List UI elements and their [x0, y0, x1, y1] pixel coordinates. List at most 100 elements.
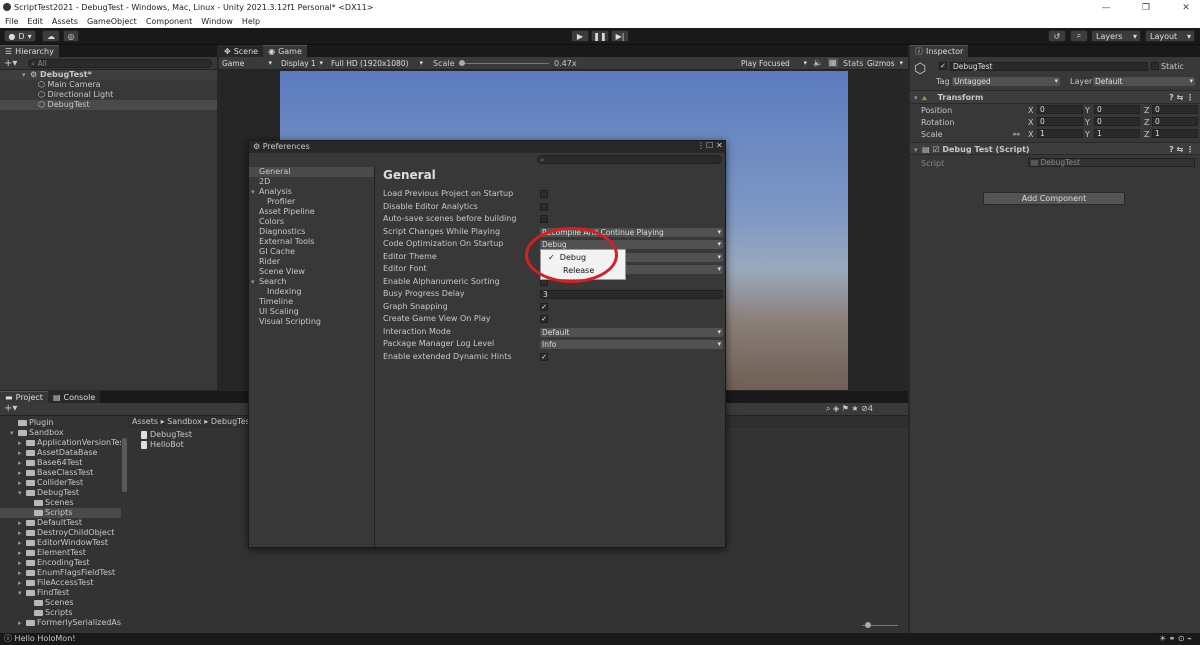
scale-y-field[interactable]: 1	[1094, 129, 1140, 138]
preferences-nav-item[interactable]: ▾ Analysis	[249, 187, 374, 197]
project-tree-item[interactable]: ▸ ApplicationVersionTest	[0, 438, 121, 448]
menu-help[interactable]: Help	[242, 17, 260, 26]
preferences-nav-item[interactable]: Rider	[249, 257, 374, 267]
step-button[interactable]: ▶|	[611, 30, 629, 42]
stats-icon[interactable]: ▦	[828, 58, 838, 67]
window-menu-icon[interactable]: ⋮	[697, 141, 705, 150]
preferences-nav-item[interactable]: Colors	[249, 217, 374, 227]
static-checkbox[interactable]	[1151, 62, 1159, 70]
icon-size-handle[interactable]	[865, 622, 871, 628]
project-tree-item[interactable]: ▸ DestroyChildObject	[0, 528, 121, 538]
project-tree-item[interactable]: ▸ BaseClassTest	[0, 468, 121, 478]
status-icons[interactable]: ☀ ⚭ ⊙ ⌁	[1159, 633, 1192, 645]
project-tree-item[interactable]: ▸ ColliderTest	[0, 478, 121, 488]
maximize-button[interactable]: ❐	[1132, 3, 1160, 13]
setting-checkbox[interactable]: ✓	[540, 352, 548, 361]
preferences-search-input[interactable]: ⌕	[537, 155, 722, 164]
file-item[interactable]: DebugTest	[141, 430, 192, 440]
play-button[interactable]: ▶	[571, 30, 589, 42]
setting-checkbox[interactable]	[540, 202, 548, 211]
project-tree-item[interactable]: ▸ FormerlySerializedAsTe	[0, 618, 121, 628]
project-tree-item[interactable]: Scripts	[0, 608, 121, 618]
rotation-z-field[interactable]: 0	[1152, 117, 1198, 126]
menu-assets[interactable]: Assets	[52, 17, 78, 26]
close-button[interactable]: ✕	[1172, 3, 1200, 13]
tab-scene[interactable]: ✥ Scene	[219, 45, 264, 57]
tree-scrollbar[interactable]	[122, 438, 127, 492]
preferences-nav-item[interactable]: UI Scaling	[249, 307, 374, 317]
position-z-field[interactable]: 0	[1152, 105, 1198, 114]
preferences-nav-item[interactable]: ▾ Search	[249, 277, 374, 287]
project-tree-item[interactable]: ▸ AssetDataBase	[0, 448, 121, 458]
scale-slider[interactable]	[459, 60, 549, 66]
constrain-scale-icon[interactable]: ⚯	[1013, 130, 1020, 139]
scene-row[interactable]: ▾ ⚙ DebugTest*	[0, 70, 217, 80]
script-component-header[interactable]: ▾ ▤ ☑ Debug Test (Script)? ⇆ ⋮	[910, 142, 1200, 155]
preferences-nav-item[interactable]: General	[249, 167, 374, 177]
preferences-nav-item[interactable]: Profiler	[249, 197, 374, 207]
project-tree-item[interactable]: ▸ EnumFlagsFieldTest	[0, 568, 121, 578]
setting-dropdown[interactable]: Info	[540, 340, 723, 349]
cloud-button[interactable]: ☁	[42, 30, 60, 42]
scale-slider-handle[interactable]	[459, 60, 465, 66]
tab-project[interactable]: ▬ Project	[0, 391, 48, 403]
rotation-y-field[interactable]: 0	[1094, 117, 1140, 126]
create-asset-button[interactable]: +▾	[4, 403, 17, 414]
hierarchy-item[interactable]: ⬡ Main Camera	[0, 80, 217, 90]
project-tree-item[interactable]: ▾ FindTest	[0, 588, 121, 598]
undo-history-button[interactable]: ↺	[1048, 30, 1066, 42]
game-mode-dropdown[interactable]: Game	[220, 59, 274, 68]
rotation-x-field[interactable]: 0	[1037, 117, 1083, 126]
menu-file[interactable]: File	[5, 17, 18, 26]
layer-dropdown[interactable]: Default	[1093, 77, 1195, 86]
hierarchy-item[interactable]: ⬡ Directional Light	[0, 90, 217, 100]
mute-icon[interactable]: 🔈	[813, 58, 823, 67]
hierarchy-search-input[interactable]: ⌕ All	[28, 59, 212, 68]
project-tree-item[interactable]: ▸ Base64Test	[0, 458, 121, 468]
gizmos-dropdown[interactable]: Gizmos	[865, 59, 905, 68]
add-object-button[interactable]: +▾	[4, 58, 17, 69]
preferences-nav-item[interactable]: Timeline	[249, 297, 374, 307]
setting-dropdown[interactable]: Default	[540, 327, 723, 337]
project-toolbar-icons[interactable]: ⌕ ◈ ⚑ ★ ⊘4	[826, 404, 873, 414]
menu-window[interactable]: Window	[201, 17, 233, 26]
project-tree-item[interactable]: ▸ DefaultTest	[0, 518, 121, 528]
project-tree-item[interactable]: Scenes	[0, 598, 121, 608]
preferences-nav-item[interactable]: GI Cache	[249, 247, 374, 257]
collab-button[interactable]: ◎	[63, 30, 79, 42]
preferences-nav-item[interactable]: External Tools	[249, 237, 374, 247]
setting-checkbox[interactable]	[540, 215, 548, 223]
project-tree-item[interactable]: Plugin	[0, 418, 121, 428]
position-x-field[interactable]: 0	[1037, 105, 1083, 114]
project-tree-item[interactable]: ▸ FileAccessTest	[0, 578, 121, 588]
search-button[interactable]: ⌕	[1070, 30, 1088, 42]
project-tree-item[interactable]: ▾ Sandbox	[0, 428, 121, 438]
breadcrumb-sandbox[interactable]: Sandbox	[167, 417, 202, 426]
project-tree-item[interactable]: ▸ EditorWindowTest	[0, 538, 121, 548]
pause-button[interactable]: ❚❚	[591, 30, 609, 42]
layout-dropdown[interactable]: Layout ▾	[1145, 30, 1195, 42]
tab-hierarchy[interactable]: ☰ Hierarchy	[0, 45, 59, 57]
project-tree-item[interactable]: ▸ ElementTest	[0, 548, 121, 558]
project-tree-item[interactable]: ▾ DebugTest	[0, 488, 121, 498]
setting-checkbox[interactable]: ✓	[540, 302, 548, 311]
account-dropdown[interactable]: ● D ▾	[4, 30, 36, 42]
object-name-field[interactable]: DebugTest	[950, 62, 1148, 71]
setting-checkbox[interactable]: ✓	[540, 315, 548, 323]
transform-header[interactable]: ▾ ⟑ Transform? ⇆ ⋮	[910, 91, 1200, 104]
minimize-button[interactable]: —	[1092, 3, 1120, 13]
project-tree-item[interactable]: Scenes	[0, 498, 121, 508]
position-y-field[interactable]: 0	[1094, 105, 1140, 114]
layers-dropdown[interactable]: Layers ▾	[1091, 30, 1141, 42]
component-menu-icons[interactable]: ? ⇆ ⋮	[1169, 91, 1194, 104]
hierarchy-item[interactable]: ⬡ DebugTest	[0, 100, 217, 110]
menu-gameobject[interactable]: GameObject	[87, 17, 137, 26]
menu-component[interactable]: Component	[146, 17, 192, 26]
active-checkbox[interactable]: ✓	[939, 62, 947, 70]
setting-checkbox[interactable]	[540, 190, 548, 198]
menu-edit[interactable]: Edit	[27, 17, 43, 26]
add-component-button[interactable]: Add Component	[983, 192, 1125, 205]
setting-text-field[interactable]: 3	[540, 290, 723, 299]
breadcrumb-debugtest[interactable]: DebugTest	[211, 417, 253, 426]
project-tree-item[interactable]: Scripts	[0, 508, 121, 518]
